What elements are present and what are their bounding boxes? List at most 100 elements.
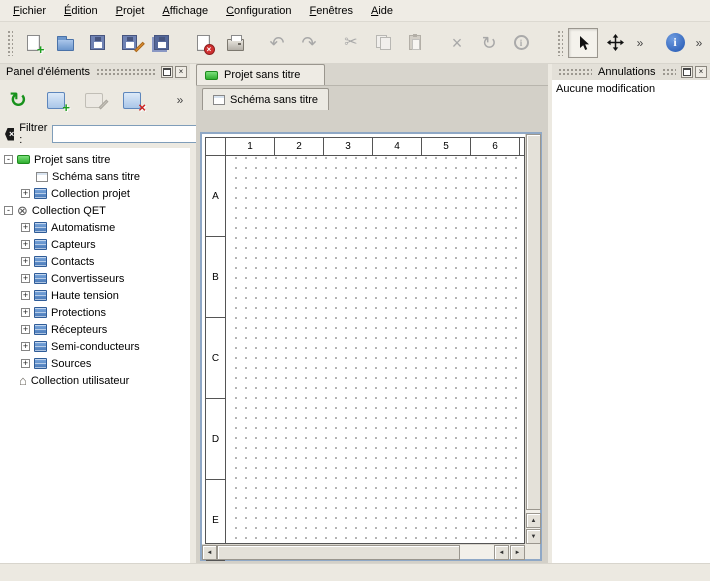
- tree-item-projet-sans-titre[interactable]: - Projet sans titre: [0, 151, 190, 168]
- horizontal-scrollbar[interactable]: ◄ ◄ ►: [202, 544, 525, 559]
- vertical-scroll-thumb[interactable]: [526, 134, 541, 510]
- vertical-scrollbar[interactable]: ▲ ▼: [525, 134, 540, 544]
- float-panel-button[interactable]: [161, 66, 173, 78]
- tree-item-collection-qet[interactable]: - ⊗ Collection QET: [0, 202, 190, 219]
- tree-item-contacts[interactable]: + Contacts: [0, 253, 190, 270]
- save-as-button[interactable]: [114, 28, 144, 58]
- menu-aide[interactable]: Aide: [362, 2, 402, 20]
- tree-item-schema-sans-titre[interactable]: Schéma sans titre: [0, 168, 190, 185]
- edit-element-button[interactable]: [78, 85, 110, 115]
- scroll-left-button[interactable]: ◄: [494, 545, 509, 560]
- tab-projet-sans-titre[interactable]: Projet sans titre: [196, 64, 325, 85]
- float-panel-button[interactable]: [681, 66, 693, 78]
- expand-expander-icon[interactable]: +: [21, 291, 30, 300]
- rotate-button[interactable]: ↻: [474, 28, 504, 58]
- tab-schema-sans-titre[interactable]: Schéma sans titre: [202, 88, 329, 110]
- elements-panel-header[interactable]: Panel d'éléments ×: [0, 64, 190, 80]
- expand-expander-icon[interactable]: +: [21, 342, 30, 351]
- delete-icon: ×: [452, 34, 463, 52]
- horizontal-scroll-thumb[interactable]: [217, 545, 460, 560]
- tree-item-label: Protections: [51, 307, 106, 319]
- close-panel-button[interactable]: ×: [695, 66, 707, 78]
- menu-configuration[interactable]: Configuration: [217, 2, 300, 20]
- expand-expander-icon[interactable]: +: [21, 325, 30, 334]
- open-project-button[interactable]: [50, 28, 80, 58]
- dock-grip[interactable]: [96, 68, 156, 77]
- diagram-canvas[interactable]: [227, 157, 524, 543]
- filter-input[interactable]: [52, 125, 202, 143]
- close-document-icon: ×: [197, 35, 210, 51]
- expand-expander-icon[interactable]: +: [21, 359, 30, 368]
- menu-edition[interactable]: Édition: [55, 2, 107, 20]
- copy-button[interactable]: [368, 28, 398, 58]
- select-tool-button[interactable]: [568, 28, 598, 58]
- tree-item-collection-utilisateur[interactable]: ⌂ Collection utilisateur: [0, 372, 190, 389]
- scroll-left-button[interactable]: ◄: [202, 545, 217, 560]
- tree-item-protections[interactable]: + Protections: [0, 304, 190, 321]
- reload-collections-button[interactable]: ↻: [2, 85, 34, 115]
- expand-expander-icon[interactable]: +: [21, 274, 30, 283]
- project-tab-bar: Projet sans titre: [196, 64, 548, 86]
- tree-item-semi-conducteurs[interactable]: + Semi-conducteurs: [0, 338, 190, 355]
- refresh-icon: ↻: [9, 90, 27, 111]
- expand-expander-icon[interactable]: +: [21, 223, 30, 232]
- clear-filter-icon[interactable]: ×: [5, 128, 14, 141]
- menu-fichier[interactable]: Fichier: [4, 2, 55, 20]
- cut-button[interactable]: ✂: [336, 28, 366, 58]
- menu-fenetres[interactable]: Fenêtres: [301, 2, 362, 20]
- collection-folder-icon: [34, 358, 47, 369]
- help-toolbar-group: i »: [660, 28, 706, 58]
- collection-folder-icon: [34, 307, 47, 318]
- object-info-button[interactable]: i: [506, 28, 536, 58]
- expand-expander-icon[interactable]: +: [21, 240, 30, 249]
- new-document-icon: +: [27, 35, 40, 51]
- collection-folder-icon: [34, 188, 47, 199]
- collapse-expander-icon[interactable]: -: [4, 206, 13, 215]
- toolbar-grip[interactable]: [7, 30, 13, 56]
- undo-history-list[interactable]: Aucune modification: [552, 80, 710, 563]
- menu-affichage[interactable]: Affichage: [153, 2, 217, 20]
- new-project-button[interactable]: +: [18, 28, 48, 58]
- dock-grip[interactable]: [558, 68, 592, 77]
- save-button[interactable]: [82, 28, 112, 58]
- undo-button[interactable]: ↶: [262, 28, 292, 58]
- undo-panel-header[interactable]: Annulations ×: [552, 64, 710, 80]
- expand-expander-icon[interactable]: +: [21, 257, 30, 266]
- print-button[interactable]: [220, 28, 250, 58]
- scroll-up-button[interactable]: ▲: [526, 513, 541, 528]
- row-ruler: A B C D E: [206, 156, 226, 543]
- paste-icon: [409, 35, 421, 50]
- column-ruler: 1 2 3 4 5 6: [226, 138, 524, 156]
- redo-button[interactable]: ↷: [294, 28, 324, 58]
- panel-toolbar-overflow-button[interactable]: »: [172, 85, 188, 115]
- scroll-right-button[interactable]: ►: [510, 545, 525, 560]
- expand-expander-icon[interactable]: +: [21, 189, 30, 198]
- tree-item-capteurs[interactable]: + Capteurs: [0, 236, 190, 253]
- expand-expander-icon[interactable]: +: [21, 308, 30, 317]
- new-element-button[interactable]: +: [40, 85, 72, 115]
- tree-item-label: Récepteurs: [51, 324, 107, 336]
- tree-item-collection-projet[interactable]: + Collection projet: [0, 185, 190, 202]
- collapse-expander-icon[interactable]: -: [4, 155, 13, 164]
- save-all-button[interactable]: [146, 28, 176, 58]
- toolbar-grip[interactable]: [557, 30, 563, 56]
- tree-item-convertisseurs[interactable]: + Convertisseurs: [0, 270, 190, 287]
- delete-element-button[interactable]: ×: [116, 85, 148, 115]
- elements-panel-toolbar: ↻ + × »: [0, 80, 190, 120]
- pan-tool-button[interactable]: [600, 28, 630, 58]
- close-file-button[interactable]: ×: [188, 28, 218, 58]
- scroll-down-button[interactable]: ▼: [526, 529, 541, 544]
- close-panel-button[interactable]: ×: [175, 66, 187, 78]
- menu-projet[interactable]: Projet: [107, 2, 154, 20]
- dock-grip[interactable]: [662, 68, 677, 77]
- about-button[interactable]: i: [660, 28, 690, 58]
- paste-button[interactable]: [400, 28, 430, 58]
- tree-item-haute-tension[interactable]: + Haute tension: [0, 287, 190, 304]
- tree-item-automatisme[interactable]: + Automatisme: [0, 219, 190, 236]
- delete-button[interactable]: ×: [442, 28, 472, 58]
- tree-item-sources[interactable]: + Sources: [0, 355, 190, 372]
- tree-item-recepteurs[interactable]: + Récepteurs: [0, 321, 190, 338]
- selection-toolbar-overflow-button[interactable]: »: [632, 28, 648, 58]
- elements-tree: - Projet sans titre Schéma sans titre + …: [0, 148, 190, 563]
- help-toolbar-overflow-button[interactable]: »: [692, 28, 706, 58]
